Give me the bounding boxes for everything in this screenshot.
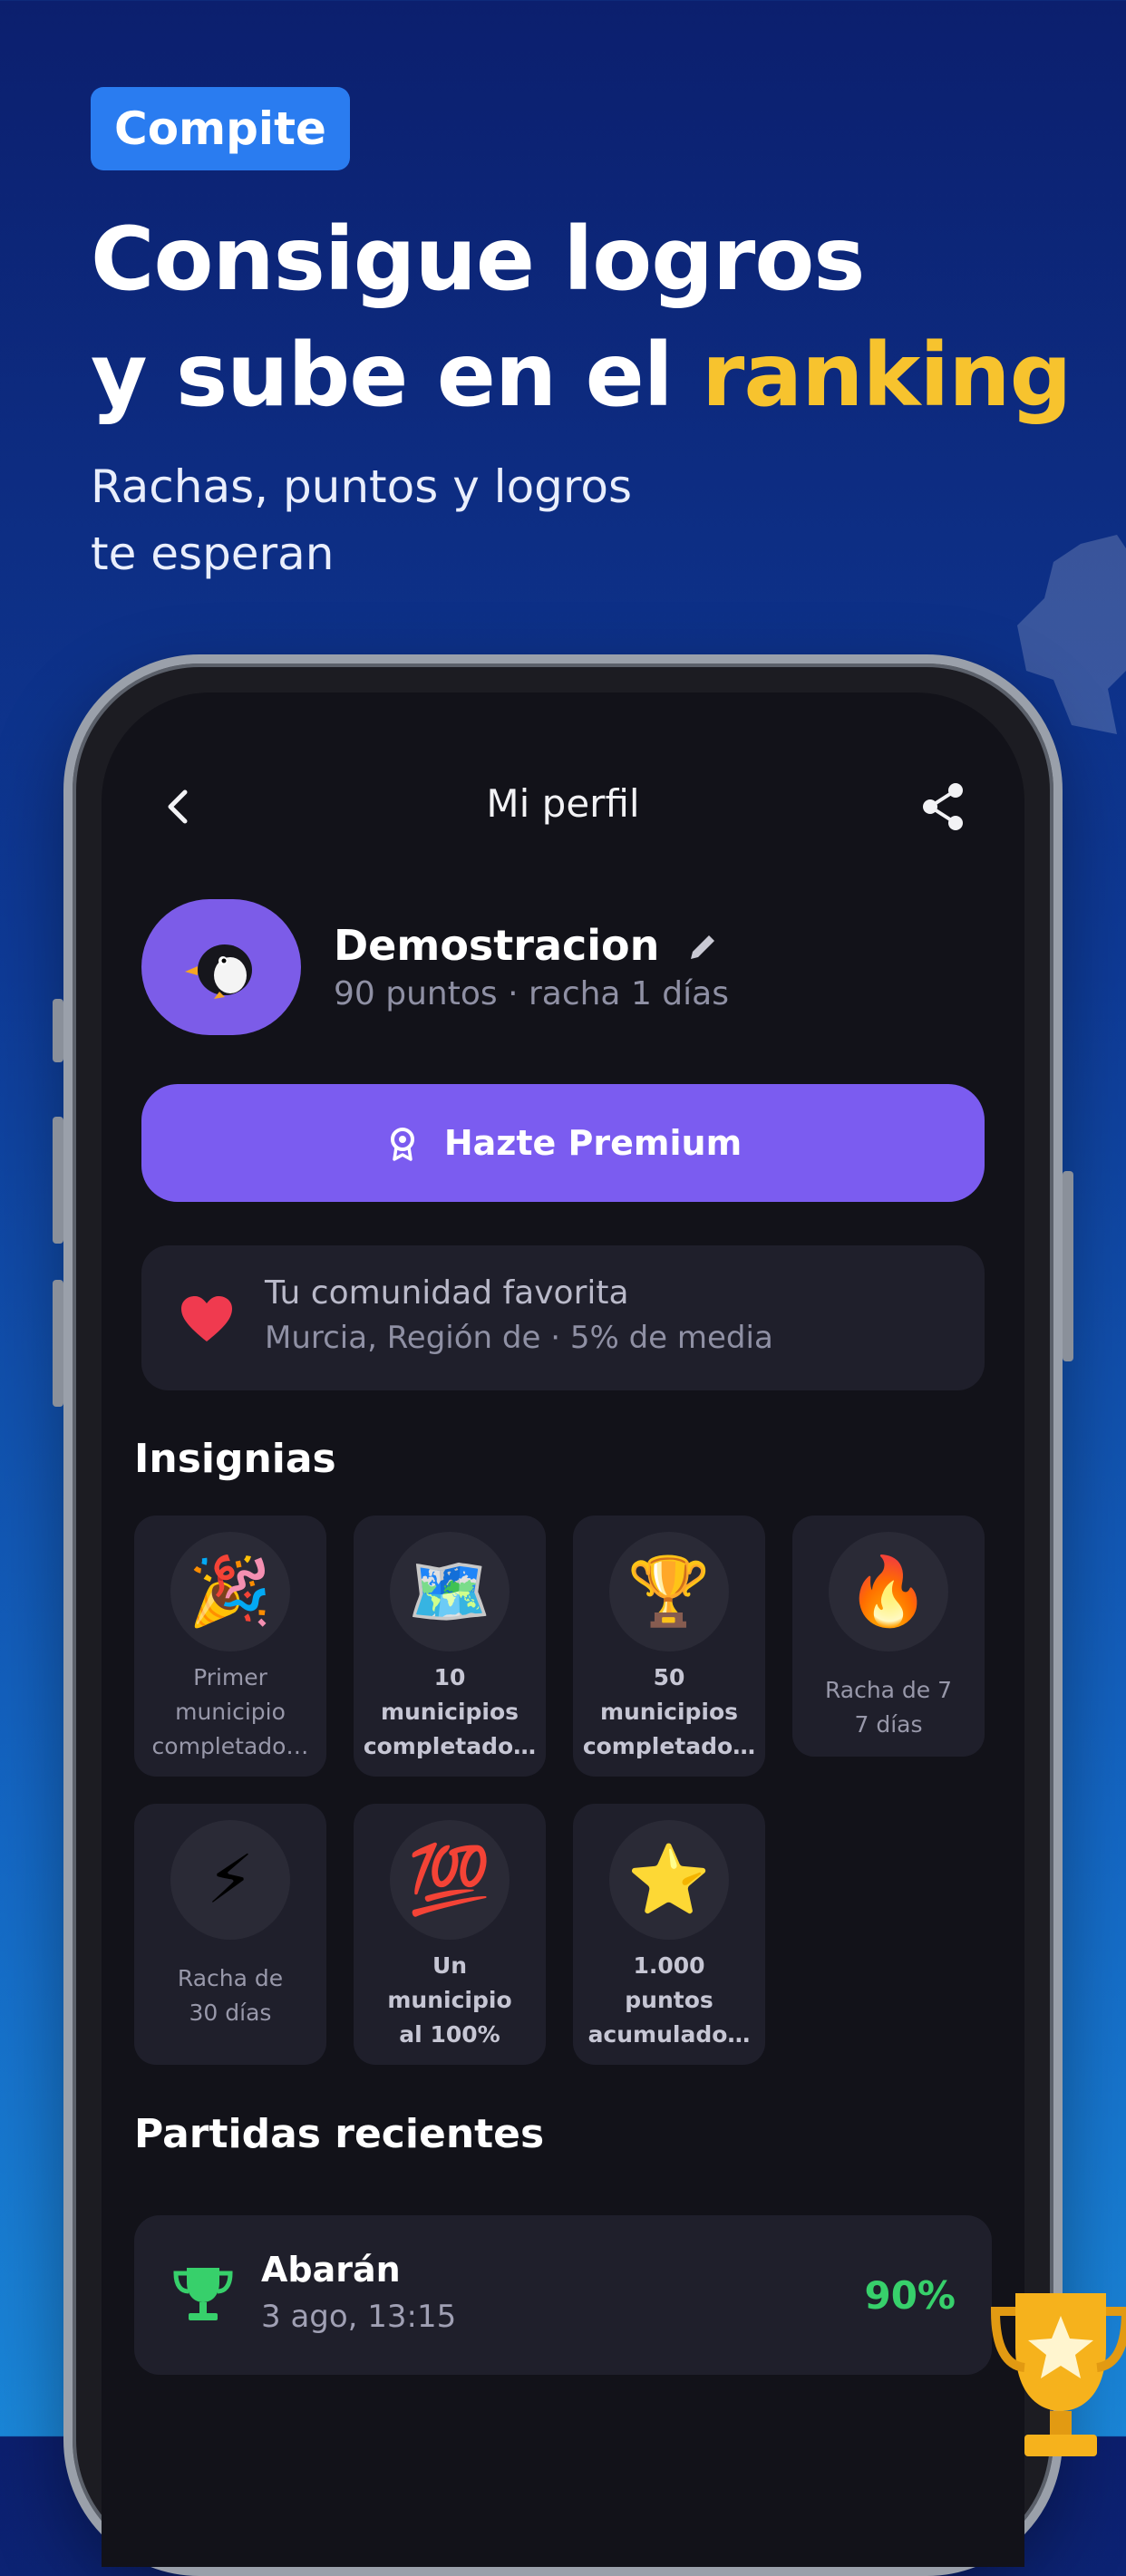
headline: Consigue logros y sube en el ranking [91,201,1088,433]
phone-frame: Mi perfil Demostracion 90 puntos · racha [53,654,1073,2576]
phone-side-button [1063,1171,1073,1361]
promo-tag: Compite [91,87,350,170]
badge-label-line: municipio [387,1987,512,2013]
heart-icon [181,1296,232,1341]
headline-line-2-prefix: y sube en el [91,324,703,426]
map-silhouette [1017,535,1126,734]
subline-line-1: Rachas, puntos y logros [91,460,632,513]
badge[interactable]: 🗺️ 10 municipios completado… [354,1516,546,1777]
favorite-community-card[interactable]: Tu comunidad favorita Murcia, Región de … [141,1245,985,1390]
badge-label: Primer municipio completado… [141,1661,319,1764]
badge-label-line: acumulado… [587,2021,751,2048]
game-date: 3 ago, 13:15 [261,2299,457,2335]
game-place: Abarán [261,2250,401,2290]
badge[interactable]: 💯 Un municipio al 100% [354,1804,546,2065]
badge-label-line: Un [432,1952,468,1979]
badge[interactable]: 🔥 Racha de 7 7 días [792,1516,985,1757]
map-icon: 🗺️ [390,1532,510,1651]
badge-label: Racha de 30 días [141,1961,319,2030]
badge-label-line: Racha de [177,1965,284,1991]
badge-label-line: al 100% [399,2021,500,2048]
share-icon[interactable] [914,778,972,836]
premium-button-label: Hazte Premium [443,1123,743,1163]
penguin-icon [185,944,252,999]
badge[interactable]: ⭐ 1.000 puntos acumulado… [573,1804,765,2065]
badge[interactable]: 🏆 50 municipios completado… [573,1516,765,1777]
profile-stats: 90 puntos · racha 1 días [334,975,729,1012]
recent-games-title: Partidas recientes [134,2111,545,2157]
badge-label: Un municipio al 100% [361,1949,539,2052]
top-bar: Mi perfil [102,765,1024,847]
community-subtitle: Murcia, Región de · 5% de media [265,1320,773,1356]
phone-side-button [53,999,63,1062]
badge-label-line: municipios [380,1699,519,1725]
badge[interactable]: ⚡ Racha de 30 días [134,1804,326,2065]
badge-label-line: Primer [193,1664,267,1690]
trophy-icon: 🏆 [609,1532,729,1651]
badge-label: 10 municipios completado… [361,1661,539,1764]
headline-line-2: y sube en el ranking [91,317,1088,433]
avatar[interactable] [141,899,301,1035]
trophy-star-icon [990,2293,1126,2456]
lightning-icon: ⚡ [170,1820,290,1940]
headline-highlight: ranking [702,324,1072,426]
community-title: Tu comunidad favorita [265,1274,629,1312]
subline-line-2: te esperan [91,528,335,580]
party-popper-icon: 🎉 [170,1532,290,1651]
pencil-icon[interactable] [684,928,722,966]
headline-line-1: Consigue logros [91,208,865,310]
phone-side-button [53,1280,63,1407]
badge-label-line: 1.000 [633,1952,705,1979]
badge-label-line: completado… [582,1733,756,1759]
badge-label: 1.000 puntos acumulado… [580,1949,758,2052]
badge-label-line: 10 [433,1664,466,1690]
badge-label-line: Racha de 7 [824,1677,953,1703]
badge-label-line: completado… [151,1733,309,1759]
medal-icon [390,1128,414,1161]
badge-label: 50 municipios completado… [580,1661,758,1764]
badge-label-line: completado… [363,1733,537,1759]
profile-name: Demostracion [334,921,660,970]
badges-title: Insignias [134,1436,336,1482]
badge-label-line: 7 días [854,1711,923,1738]
star-icon: ⭐ [609,1820,729,1940]
badge-label: Racha de 7 7 días [800,1673,977,1742]
hundred-points-icon: 💯 [390,1820,510,1940]
app-screen: Mi perfil Demostracion 90 puntos · racha [102,692,1024,2567]
fire-icon: 🔥 [829,1532,948,1651]
badge-label-line: puntos [625,1987,713,2013]
badge-label-line: municipio [175,1699,286,1725]
game-row[interactable]: Abarán 3 ago, 13:15 90% [134,2215,992,2375]
game-score: 90% [864,2273,956,2318]
badge-label-line: municipios [599,1699,739,1725]
badge[interactable]: 🎉 Primer municipio completado… [134,1516,326,1777]
subline: Rachas, puntos y logros te esperan [91,453,816,587]
badge-label-line: 50 [653,1664,685,1690]
premium-button[interactable]: Hazte Premium [141,1084,985,1202]
badge-label-line: 30 días [189,2000,272,2026]
trophy-icon [173,2268,233,2320]
page-title: Mi perfil [486,781,640,826]
phone-side-button [53,1117,63,1244]
